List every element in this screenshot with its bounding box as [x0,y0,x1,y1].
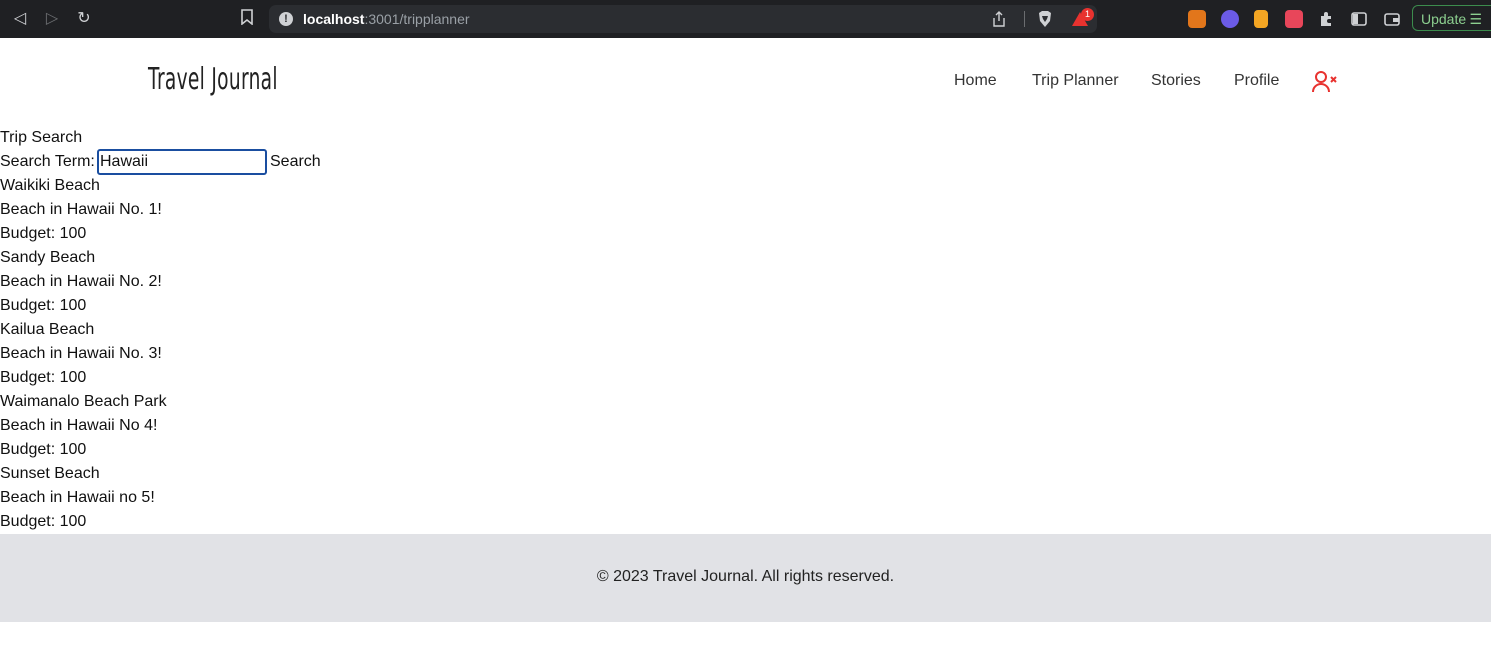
extension-icon[interactable] [1254,10,1268,28]
site-footer: © 2023 Travel Journal. All rights reserv… [0,534,1491,622]
result-name: Sandy Beach [0,249,96,266]
metamask-extension-icon[interactable] [1188,10,1206,28]
result-description: Beach in Hawaii No. 1! [0,201,162,218]
share-icon[interactable] [991,11,1007,27]
result-budget: Budget: 100 [0,513,87,530]
result-name: Sunset Beach [0,465,100,482]
search-button[interactable]: Search [270,150,321,174]
result-budget: Budget: 100 [0,225,87,242]
result-description: Beach in Hawaii No 4! [0,417,158,434]
url-text[interactable]: localhost:3001/tripplanner [303,11,470,27]
result-item: Sunset Beach Beach in Hawaii no 5! Budge… [0,462,167,534]
menu-icon[interactable]: ☰ [1469,6,1482,32]
forward-icon[interactable]: ▷ [42,9,62,29]
update-button[interactable]: Update ☰ [1412,5,1491,31]
bookmark-icon[interactable] [237,9,257,29]
result-item: Waimanalo Beach Park Beach in Hawaii No … [0,390,167,462]
search-term-label: Search Term: [0,153,95,170]
result-name: Kailua Beach [0,321,95,338]
divider [1024,11,1025,27]
wallet-icon[interactable] [1383,10,1401,28]
result-item: Kailua Beach Beach in Hawaii No. 3! Budg… [0,318,167,390]
page-heading: Trip Search [0,129,83,146]
brave-shield-icon[interactable] [1036,10,1054,28]
nav-home[interactable]: Home [954,72,997,90]
reload-icon[interactable]: ↻ [74,9,94,29]
result-budget: Budget: 100 [0,297,87,314]
search-input[interactable] [97,149,267,175]
result-item: Waikiki Beach Beach in Hawaii No. 1! Bud… [0,174,167,246]
url-path: :3001/tripplanner [364,11,470,27]
extension-icon[interactable] [1285,10,1303,28]
site-logo[interactable]: Travel Journal [148,62,278,97]
result-item: Sandy Beach Beach in Hawaii No. 2! Budge… [0,246,167,318]
back-icon[interactable]: ◁ [10,9,30,29]
notification-badge: 1 [1081,8,1094,21]
logout-user-icon[interactable] [1312,70,1338,94]
result-description: Beach in Hawaii No. 3! [0,345,162,362]
result-budget: Budget: 100 [0,441,87,458]
nav-profile[interactable]: Profile [1234,72,1279,90]
nav-stories[interactable]: Stories [1151,72,1201,90]
search-form: Search Term: Search [0,149,321,175]
url-host: localhost [303,11,365,27]
copyright-text: © 2023 Travel Journal. All rights reserv… [596,568,895,585]
address-bar[interactable]: ! localhost:3001/tripplanner 1 [269,5,1097,33]
site-info-icon[interactable]: ! [279,12,293,26]
extension-icon[interactable] [1221,10,1239,28]
update-label: Update [1421,11,1467,27]
nav-trip-planner[interactable]: Trip Planner [1032,72,1119,90]
browser-toolbar: ◁ ▷ ↻ ! localhost:3001/tripplanner 1 Upd… [0,0,1491,38]
result-budget: Budget: 100 [0,369,87,386]
result-name: Waimanalo Beach Park [0,393,167,410]
trip-search-section: Trip Search Search Term: Search Waikiki … [0,126,321,534]
result-description: Beach in Hawaii no 5! [0,489,155,506]
result-name: Waikiki Beach [0,177,100,194]
result-description: Beach in Hawaii No. 2! [0,273,162,290]
sidebar-icon[interactable] [1350,10,1368,28]
puzzle-extensions-icon[interactable] [1318,10,1336,28]
